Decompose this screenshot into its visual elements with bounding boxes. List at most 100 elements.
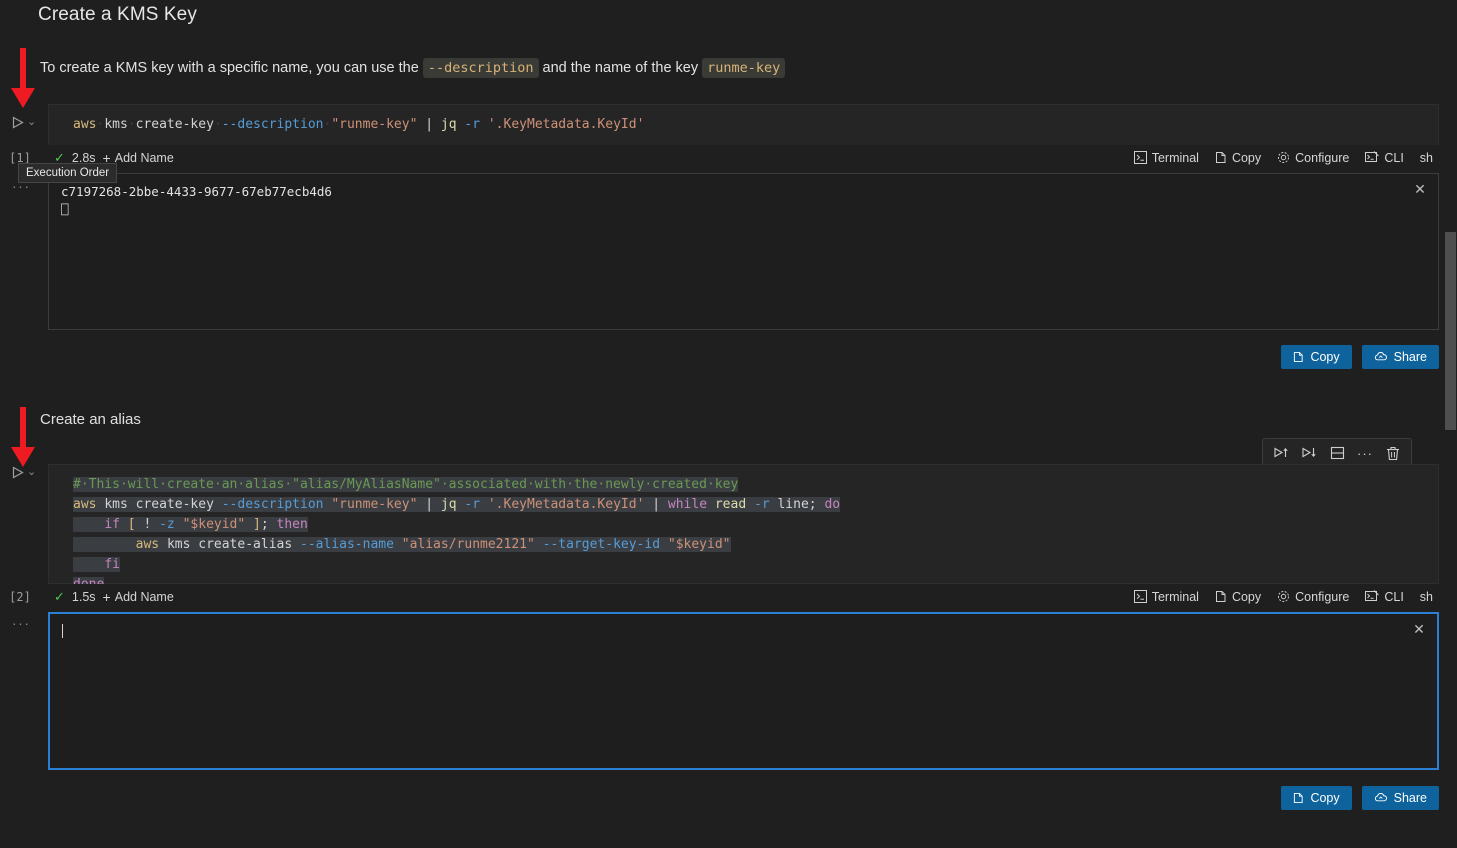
code-token: "$keyid" <box>182 517 246 532</box>
terminal-icon <box>1133 590 1147 603</box>
cell-1-copy-action-button[interactable]: Copy <box>1281 345 1352 369</box>
code-line-content: ········aws·kms·create-alias·--alias-nam… <box>73 537 731 552</box>
run-cell-1-button[interactable]: ⌄ <box>12 110 38 134</box>
code-token: · <box>127 117 136 132</box>
copy-label: Copy <box>1310 350 1340 364</box>
cell-2-status-bar: [2] ✓ 1.5s + Add Name Terminal Copy Conf… <box>0 584 1439 609</box>
cell-1-terminal-button[interactable]: Terminal <box>1133 150 1199 165</box>
code-line-content: aws·kms·create-key·--description·"runme-… <box>73 497 841 512</box>
cell-2-share-action-button[interactable]: Share <box>1361 786 1439 810</box>
gear-icon <box>1277 590 1290 603</box>
intro-paragraph: To create a KMS key with a specific name… <box>40 58 786 78</box>
cli-icon <box>1365 590 1380 603</box>
code-token: ········ <box>73 537 136 552</box>
code-token: kms <box>104 497 128 512</box>
share-label: Share <box>1393 791 1427 805</box>
cell-2-language[interactable]: sh <box>1420 590 1433 604</box>
cell-2-output-close-icon[interactable]: ✕ <box>1411 621 1427 637</box>
code-token: "runme-key" <box>331 117 418 132</box>
notebook-page: Create a KMS Key To create a KMS key wit… <box>0 0 1457 848</box>
cell-2-terminal-button[interactable]: Terminal <box>1133 589 1199 604</box>
cell-1-output[interactable]: c7197268-2bbe-4433-9677-67eb77ecb4d6 ⎕ ✕ <box>48 173 1439 330</box>
cell-1-actions: Copy Share <box>1281 345 1439 369</box>
code-token: then <box>276 517 308 532</box>
code-token: · <box>433 497 441 512</box>
cell-2-add-name-button[interactable]: + Add Name <box>103 589 174 605</box>
code-token: do <box>824 497 841 512</box>
cell-2-editor[interactable]: #·This·will·create·an·alias·"alias/MyAli… <box>48 464 1439 592</box>
copy-icon <box>1293 351 1304 363</box>
scrollbar-thumb[interactable] <box>1445 232 1456 430</box>
code-token: fi <box>104 557 120 572</box>
code-token: · <box>213 117 222 132</box>
cell-1-language[interactable]: sh <box>1420 151 1433 165</box>
success-check-icon: ✓ <box>54 588 65 604</box>
cell-2-output[interactable]: ✕ <box>48 612 1439 770</box>
code-line: ····if·[·!·-z·"$keyid"·];·then <box>73 515 1438 535</box>
cell-2-output-dots[interactable]: ··· <box>12 615 31 631</box>
run-above-icon[interactable] <box>1268 442 1294 464</box>
run-cell-2-button[interactable]: ⌄ <box>12 460 38 484</box>
plus-icon: + <box>102 588 111 605</box>
cell-1-editor[interactable]: aws·kms·create-key·--description·"runme-… <box>48 104 1439 146</box>
code-line: #·This·will·create·an·alias·"alias/MyAli… <box>73 475 1438 495</box>
cli-icon <box>1365 151 1380 164</box>
code-line-content: aws·kms·create-key·--description·"runme-… <box>73 117 644 132</box>
code-token: read <box>714 497 747 512</box>
code-token: · <box>174 517 183 532</box>
code-line-content: #·This·will·create·an·alias·"alias/MyAli… <box>73 477 739 492</box>
cell-1-configure-button[interactable]: Configure <box>1277 151 1349 165</box>
chevron-down-icon[interactable]: ⌄ <box>27 116 36 128</box>
cell-1-output-text: c7197268-2bbe-4433-9677-67eb77ecb4d6 ⎕ <box>49 174 1438 219</box>
cell-2-copy-action-button[interactable]: Copy <box>1281 786 1352 810</box>
code-token: aws <box>73 497 97 512</box>
split-cell-icon[interactable] <box>1324 442 1350 464</box>
code-token: --description <box>221 497 324 512</box>
terminal-label: Terminal <box>1151 150 1199 165</box>
code-token: · <box>292 537 300 552</box>
configure-label: Configure <box>1295 150 1350 165</box>
scrollbar-track[interactable] <box>1443 0 1457 848</box>
code-token: aws <box>135 537 160 552</box>
code-token: --target-key-id <box>542 537 661 552</box>
inline-code-description: --description <box>422 58 539 78</box>
cell-1-output-close-icon[interactable]: ✕ <box>1412 181 1428 197</box>
cell-1-output-line-2: ⎕ <box>61 202 69 217</box>
code-token: · <box>534 537 543 552</box>
cell-2-copy-button[interactable]: Copy <box>1215 590 1261 604</box>
cell-2-duration: 1.5s <box>71 589 96 604</box>
code-token: create-key <box>135 117 214 132</box>
cell-1-copy-button[interactable]: Copy <box>1215 151 1261 165</box>
cell-2-execution-index: [2] <box>9 589 31 604</box>
cell-2-cli-button[interactable]: CLI <box>1365 590 1404 604</box>
code-token: kms <box>104 117 128 132</box>
code-token: [ <box>127 517 136 532</box>
cell-1-share-action-button[interactable]: Share <box>1361 345 1439 369</box>
terminal-label: Terminal <box>1151 589 1199 604</box>
code-token: ···· <box>73 557 105 572</box>
copy-icon <box>1293 792 1304 804</box>
more-actions-icon[interactable]: ··· <box>1352 442 1378 464</box>
delete-cell-icon[interactable] <box>1380 442 1406 464</box>
code-token: jq <box>440 117 457 132</box>
run-below-icon[interactable] <box>1296 442 1322 464</box>
cell-1-code[interactable]: aws·kms·create-key·--description·"runme-… <box>49 105 1438 145</box>
cell-1-cli-button[interactable]: CLI <box>1365 151 1404 165</box>
code-line: aws·kms·create-key·--description·"runme-… <box>73 495 1438 515</box>
code-token: kms <box>166 537 191 552</box>
code-token: --description <box>221 117 324 132</box>
code-token: -r <box>464 117 481 132</box>
copy-icon <box>1215 151 1227 164</box>
code-token: · <box>213 497 222 512</box>
code-token: · <box>707 497 715 512</box>
cell-2-configure-button[interactable]: Configure <box>1277 590 1349 604</box>
code-token: · <box>660 497 668 512</box>
terminal-icon <box>1133 151 1147 164</box>
code-token: · <box>268 517 277 532</box>
code-token: "runme-key" <box>331 497 418 512</box>
code-line: ····fi <box>73 555 1438 575</box>
chevron-down-icon[interactable]: ⌄ <box>27 466 36 478</box>
copy-icon <box>1215 590 1227 603</box>
text-cursor <box>62 624 63 638</box>
